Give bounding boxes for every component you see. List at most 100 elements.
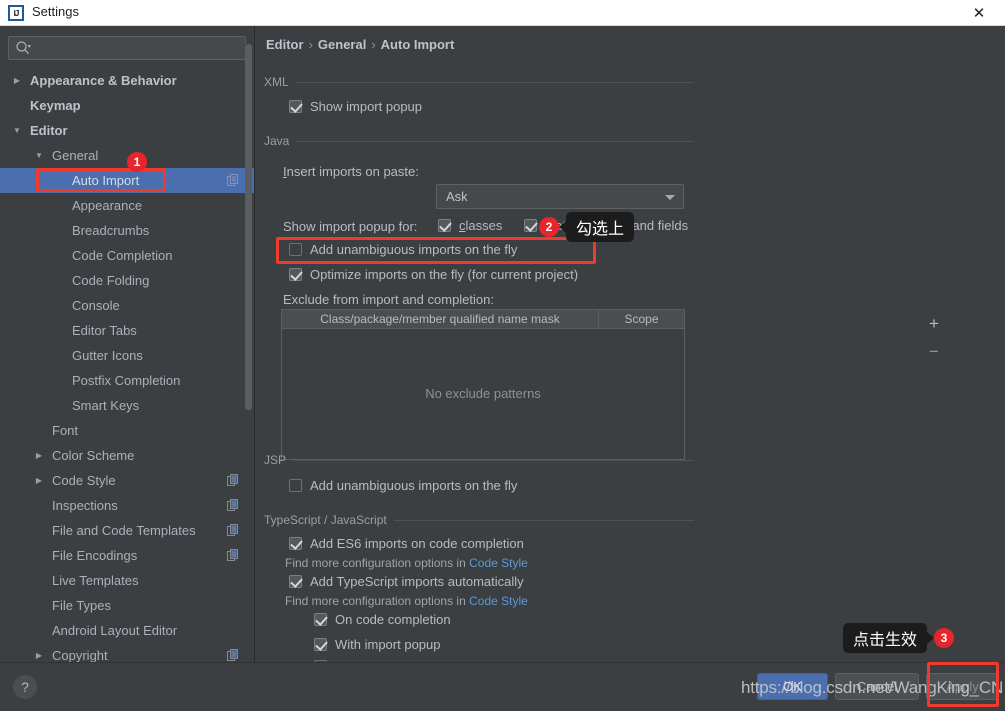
checkbox-add-unambiguous-java[interactable] [289, 243, 302, 256]
exclude-column-scope[interactable]: Scope [599, 310, 684, 328]
checkbox-on-code-completion[interactable] [314, 613, 327, 626]
copy-settings-icon[interactable] [227, 649, 239, 661]
checkbox-label-classes: classes [459, 218, 503, 233]
sidebar-item-label: Inspections [52, 498, 118, 513]
sidebar-item-android-layout-editor[interactable]: Android Layout Editor [0, 618, 254, 643]
annotation-callout-click-apply: 点击生效 [843, 623, 935, 653]
close-icon[interactable]: ✕ [959, 0, 999, 26]
group-divider [393, 519, 694, 521]
sidebar-item-code-completion[interactable]: Code Completion [0, 243, 254, 268]
chevron-right-icon[interactable]: ▶ [34, 651, 44, 661]
remove-exclude-pattern-button[interactable]: − [924, 342, 944, 362]
link-code-style-es6[interactable]: Code Style [469, 556, 528, 570]
checkbox-static-methods[interactable] [524, 219, 537, 232]
sidebar-item-gutter-icons[interactable]: Gutter Icons [0, 343, 254, 368]
sidebar-scrollbar-thumb[interactable] [245, 44, 252, 410]
checkbox-row-add-unambiguous-java[interactable]: Add unambiguous imports on the fly [289, 242, 517, 257]
checkbox-label-with-import-popup: With import popup [335, 637, 441, 652]
group-title-typescript: TypeScript / JavaScript [264, 512, 694, 528]
link-code-style-typescript[interactable]: Code Style [469, 594, 528, 608]
sidebar-item-appearance-behavior[interactable]: ▶ Appearance & Behavior [0, 68, 254, 93]
chevron-down-icon[interactable]: ▼ [12, 126, 22, 136]
copy-settings-icon[interactable] [227, 499, 239, 511]
sidebar-item-postfix-completion[interactable]: Postfix Completion [0, 368, 254, 393]
exclude-patterns-table[interactable]: Class/package/member qualified name mask… [281, 309, 685, 460]
checkbox-row-on-code-completion[interactable]: On code completion [314, 612, 451, 627]
sidebar-item-console[interactable]: Console [0, 293, 254, 318]
intellij-logo-icon: IJ [8, 5, 24, 21]
checkbox-row-show-import-popup[interactable]: Show import popup [289, 99, 422, 114]
chevron-right-icon[interactable]: ▶ [34, 476, 44, 486]
checkbox-with-import-popup[interactable] [314, 638, 327, 651]
title-bar: IJ Settings ✕ [0, 0, 1005, 26]
sidebar-item-editor-tabs[interactable]: Editor Tabs [0, 318, 254, 343]
group-java: Java [264, 133, 694, 149]
sidebar-item-breadcrumbs[interactable]: Breadcrumbs [0, 218, 254, 243]
chevron-down-icon[interactable]: ▼ [34, 151, 44, 161]
checkbox-label-add-unambiguous-jsp: Add unambiguous imports on the fly [310, 478, 518, 493]
exclude-table-empty-text: No exclude patterns [425, 386, 541, 401]
checkbox-row-add-unambiguous-jsp[interactable]: Add unambiguous imports on the fly [289, 478, 517, 493]
copy-settings-icon[interactable] [227, 174, 239, 186]
group-label-java: Java [264, 134, 290, 148]
checkbox-row-optimize-imports[interactable]: Optimize imports on the fly (for current… [289, 267, 578, 282]
sidebar-item-auto-import[interactable]: Auto Import [0, 168, 254, 193]
breadcrumb: Editor › General › Auto Import [266, 37, 454, 52]
chevron-right-icon[interactable]: ▶ [34, 451, 44, 461]
breadcrumb-item-auto-import[interactable]: Auto Import [381, 37, 455, 52]
sidebar-item-live-templates[interactable]: Live Templates [0, 568, 254, 593]
label-show-import-popup-for: Show import popup for: [283, 219, 418, 234]
checkbox-row-with-import-popup[interactable]: With import popup [314, 637, 441, 652]
sidebar-item-copyright[interactable]: ▶ Copyright [0, 643, 254, 662]
checkbox-optimize-imports[interactable] [289, 268, 302, 281]
sidebar-item-label: Smart Keys [72, 398, 140, 413]
sidebar-item-label: Breadcrumbs [72, 223, 150, 238]
sidebar-item-code-style[interactable]: ▶ Code Style [0, 468, 254, 493]
checkbox-row-add-typescript-imports[interactable]: Add TypeScript imports automatically [289, 574, 524, 589]
sidebar-item-font[interactable]: Font [0, 418, 254, 443]
group-label-jsp: JSP [264, 453, 287, 467]
copy-settings-icon[interactable] [227, 524, 239, 536]
checkbox-add-typescript-imports[interactable] [289, 575, 302, 588]
checkbox-row-classes[interactable]: classes [438, 218, 502, 233]
sidebar-item-editor[interactable]: ▼ Editor [0, 118, 254, 143]
checkbox-label-add-es6-imports: Add ES6 imports on code completion [310, 536, 524, 551]
checkbox-label-add-typescript-imports: Add TypeScript imports automatically [310, 574, 524, 589]
sidebar-item-label: Copyright [52, 648, 108, 662]
sidebar-item-color-scheme[interactable]: ▶ Color Scheme [0, 443, 254, 468]
search-input[interactable] [8, 36, 246, 60]
sidebar-item-label: Console [72, 298, 120, 313]
group-divider [295, 81, 694, 83]
hint-prefix-es6: Find more configuration options in [285, 556, 470, 570]
checkbox-add-unambiguous-jsp[interactable] [289, 479, 302, 492]
sidebar-item-file-types[interactable]: File Types [0, 593, 254, 618]
exclude-column-mask[interactable]: Class/package/member qualified name mask [282, 310, 599, 328]
checkbox-show-import-popup[interactable] [289, 100, 302, 113]
breadcrumb-item-general[interactable]: General [318, 37, 366, 52]
breadcrumb-separator: › [308, 37, 313, 52]
help-button[interactable]: ? [13, 675, 37, 699]
add-exclude-pattern-button[interactable]: + [924, 314, 944, 334]
insert-imports-dropdown[interactable]: Ask [436, 184, 684, 209]
checkbox-row-add-es6-imports[interactable]: Add ES6 imports on code completion [289, 536, 524, 551]
group-label-xml: XML [264, 75, 289, 89]
sidebar-item-label: Code Folding [72, 273, 150, 288]
sidebar-item-file-encodings[interactable]: File Encodings [0, 543, 254, 568]
annotation-badge-2: 2 [539, 217, 559, 237]
sidebar-item-file-and-code-templates[interactable]: File and Code Templates [0, 518, 254, 543]
copy-settings-icon[interactable] [227, 474, 239, 486]
group-title-java: Java [264, 133, 694, 149]
sidebar-item-smart-keys[interactable]: Smart Keys [0, 393, 254, 418]
checkbox-classes[interactable] [438, 219, 451, 232]
checkbox-add-es6-imports[interactable] [289, 537, 302, 550]
chevron-right-icon[interactable]: ▶ [12, 76, 22, 86]
sidebar-item-code-folding[interactable]: Code Folding [0, 268, 254, 293]
sidebar-item-appearance[interactable]: Appearance [0, 193, 254, 218]
copy-settings-icon[interactable] [227, 549, 239, 561]
sidebar-item-label: Auto Import [72, 173, 140, 188]
settings-dialog: IJ Settings ✕ ▶ Appearance & Behavior Keym… [0, 0, 1005, 711]
sidebar-item-inspections[interactable]: Inspections [0, 493, 254, 518]
sidebar-item-keymap[interactable]: Keymap [0, 93, 254, 118]
insert-imports-value: Ask [446, 189, 468, 204]
breadcrumb-item-editor[interactable]: Editor [266, 37, 304, 52]
